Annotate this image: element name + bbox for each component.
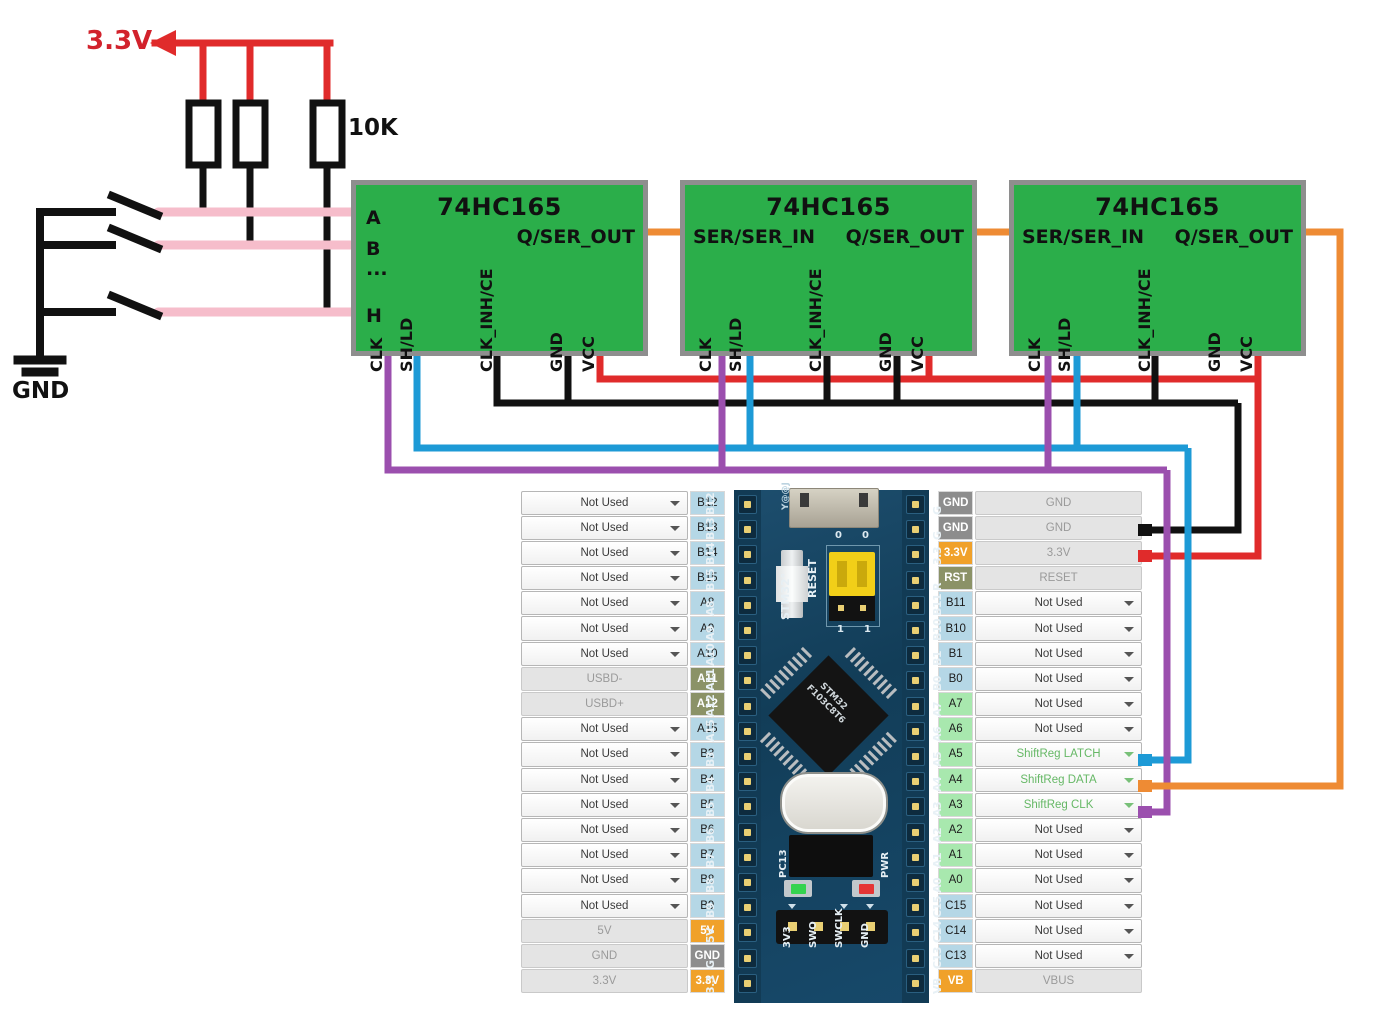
latch-endcap [1138, 754, 1152, 766]
data-endcap [1138, 780, 1152, 792]
gnd-endcap [1138, 524, 1152, 536]
clk-endcap [1138, 806, 1152, 818]
wire-endcap-layer [1138, 524, 1152, 818]
vcc-endcap [1138, 550, 1152, 562]
schematic-canvas: 3.3V 10K GND 74HC165 A B ... H Q/SER_OUT… [0, 0, 1388, 1020]
